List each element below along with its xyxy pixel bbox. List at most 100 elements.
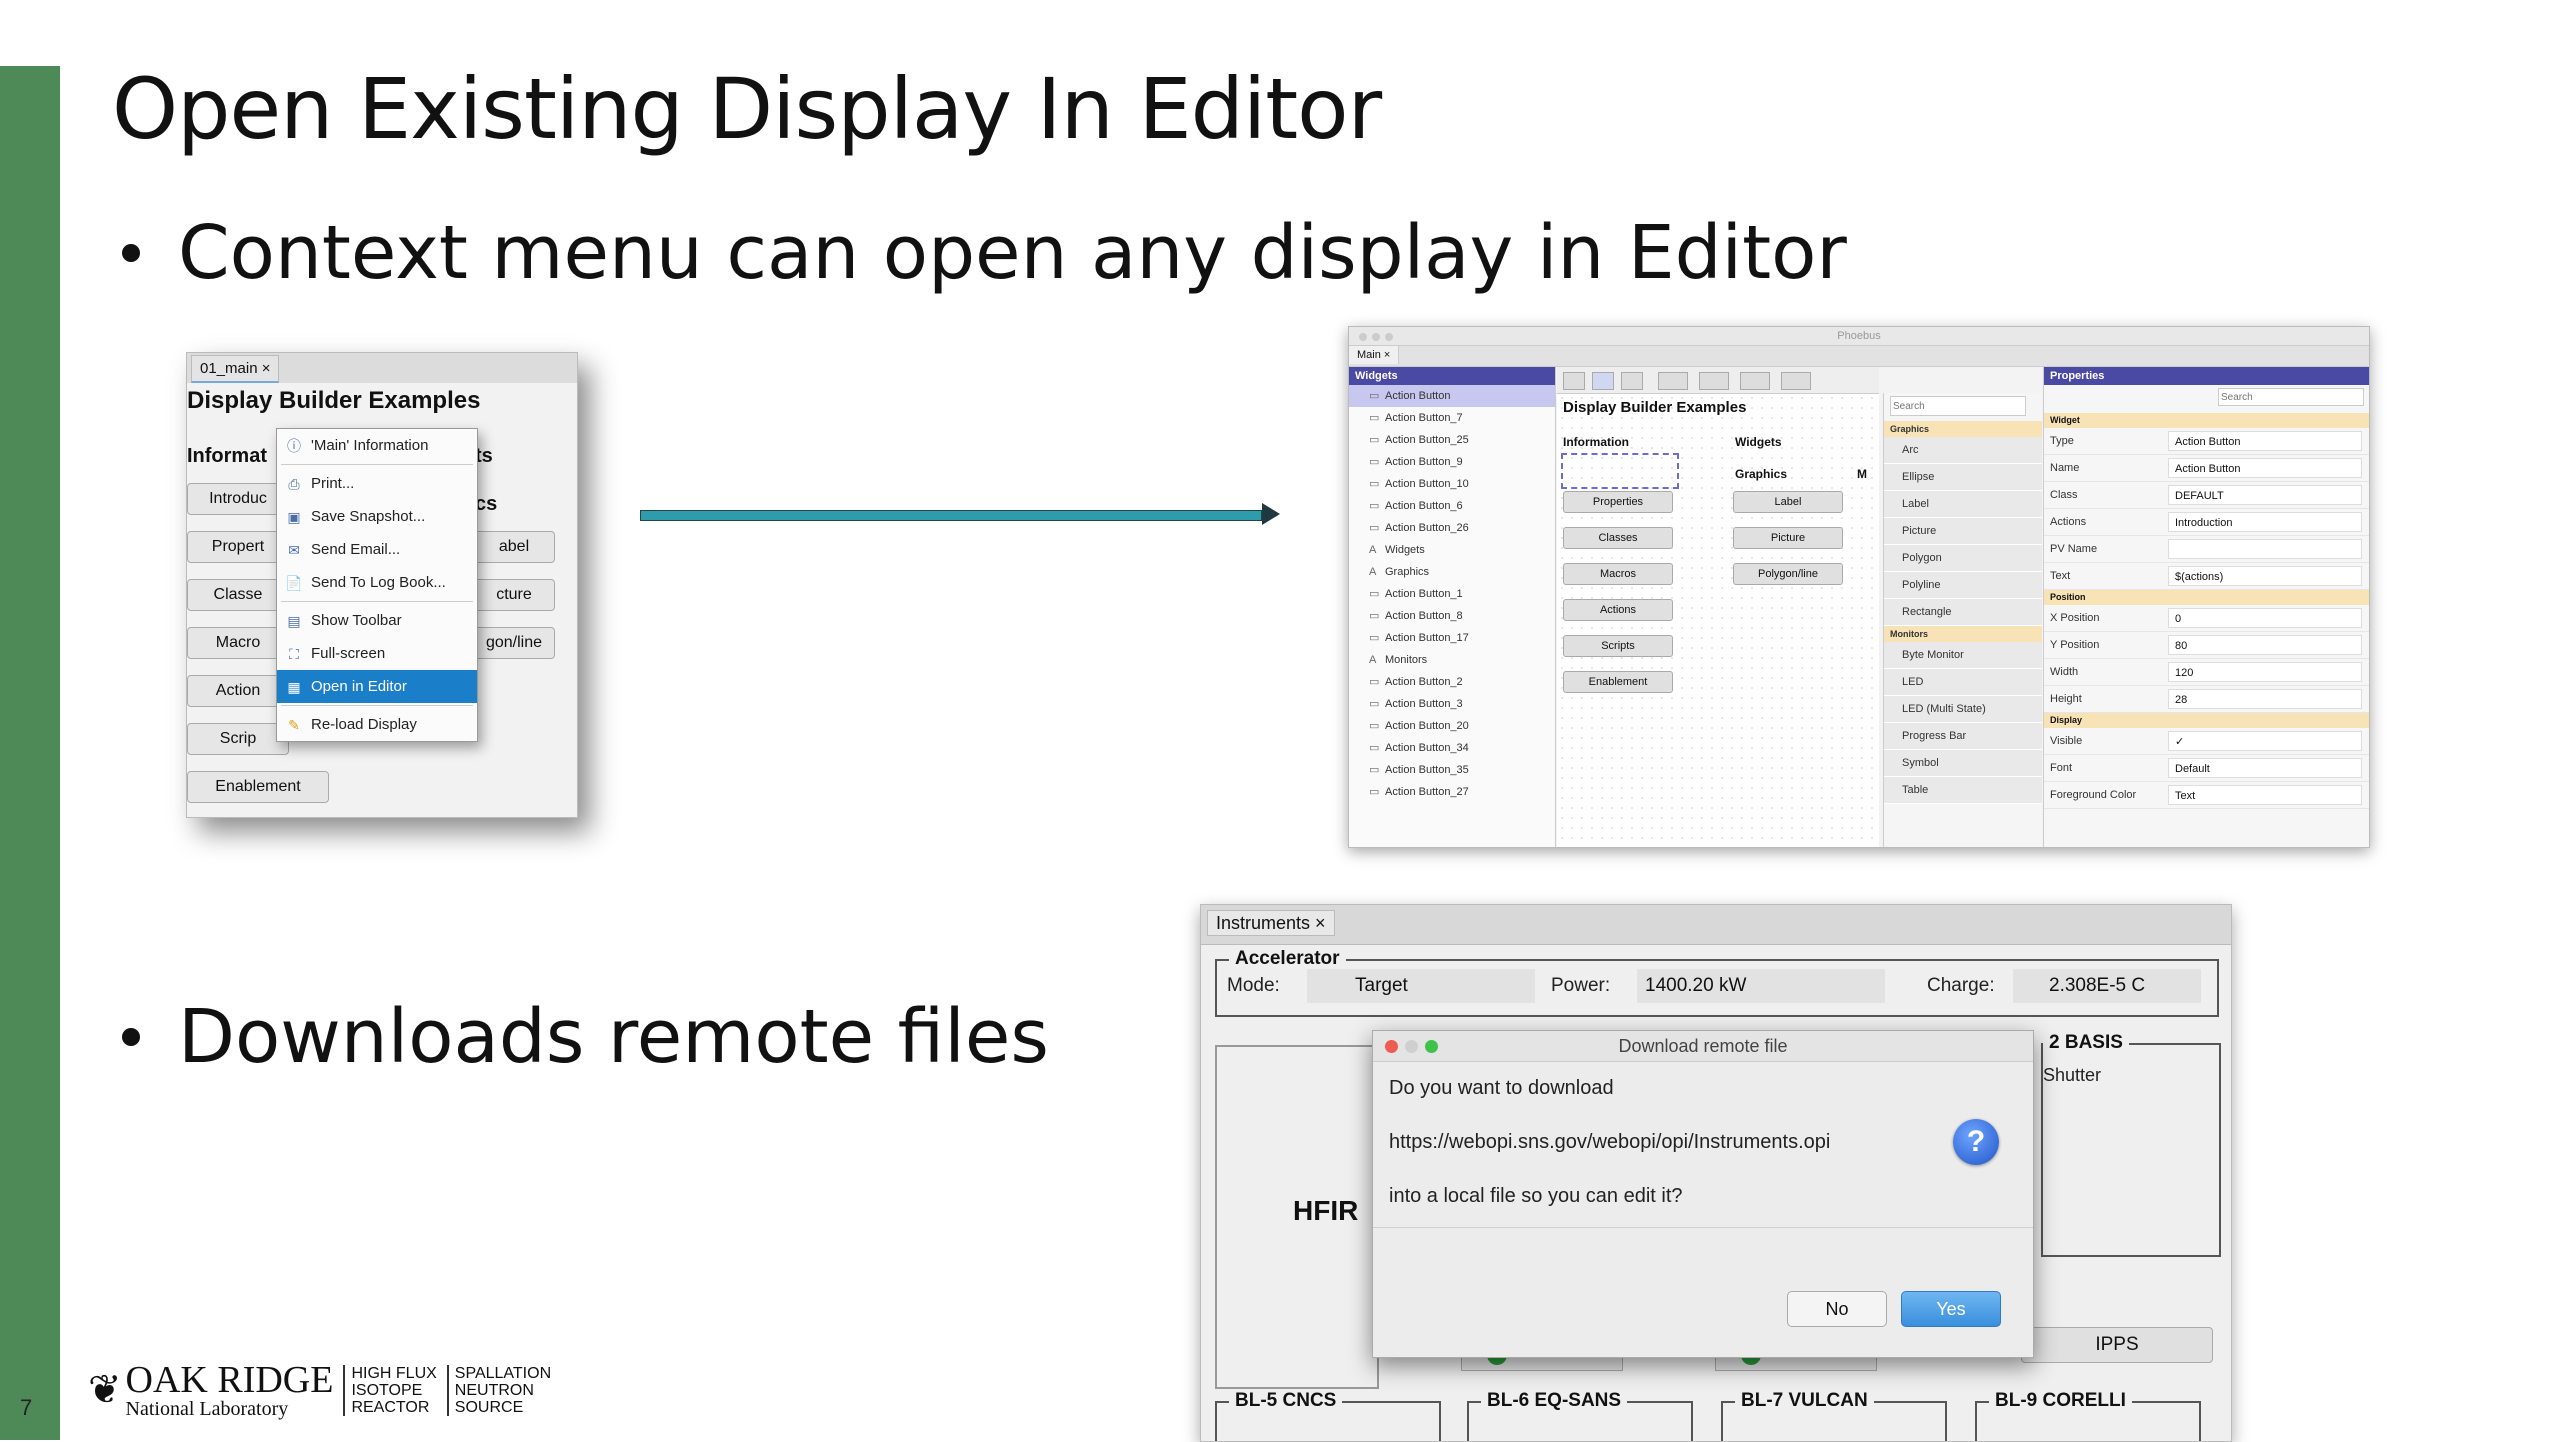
menu-item-show-toolbar[interactable]: ▤ Show Toolbar <box>277 604 477 637</box>
palette-item[interactable]: Picture <box>1884 518 2042 545</box>
property-value[interactable]: 0 <box>2168 608 2362 628</box>
tree-item[interactable]: ▭ Action Button_6 <box>1349 495 1555 517</box>
tree-item[interactable]: ▭ Action Button_17 <box>1349 627 1555 649</box>
close-dot-icon[interactable] <box>1385 1040 1398 1053</box>
editor-window: Phoebus Main × Widgets ▭ Action Button ▭ Ac… <box>1348 326 2370 848</box>
canvas-label-button[interactable]: Label <box>1733 491 1843 513</box>
ipps-button[interactable]: IPPS <box>2021 1327 2213 1363</box>
palette-item[interactable]: Byte Monitor <box>1884 642 2042 669</box>
property-value[interactable]: Action Button <box>2168 458 2362 478</box>
canvas-enablement-button[interactable]: Enablement <box>1563 671 1673 693</box>
tree-item[interactable]: A Graphics <box>1349 561 1555 583</box>
enablement-button[interactable]: Enablement <box>187 771 329 803</box>
menu-item-send-logbook[interactable]: 📄 Send To Log Book... <box>277 566 477 599</box>
tree-item[interactable]: ▭ Action Button_35 <box>1349 759 1555 781</box>
palette-item[interactable]: Progress Bar <box>1884 723 2042 750</box>
property-value[interactable]: ✓ <box>2168 731 2362 751</box>
no-button[interactable]: No <box>1787 1291 1887 1327</box>
palette-item[interactable]: Polyline <box>1884 572 2042 599</box>
property-value[interactable]: Default <box>2168 758 2362 778</box>
label-button[interactable]: abel <box>473 531 555 563</box>
menu-item-full-screen[interactable]: ⛶ Full-screen <box>277 637 477 670</box>
slide-accent-bar <box>0 66 60 1440</box>
property-value[interactable]: 28 <box>2168 689 2362 709</box>
tree-item[interactable]: ▭ Action Button_3 <box>1349 693 1555 715</box>
properties-button[interactable]: Propert <box>187 531 289 563</box>
property-value[interactable]: Action Button <box>2168 431 2362 451</box>
scripts-button[interactable]: Scrip <box>187 723 289 755</box>
menu-item-print[interactable]: ⎙ Print... <box>277 467 477 500</box>
palette-item[interactable]: Arc <box>1884 437 2042 464</box>
canvas-macros-button[interactable]: Macros <box>1563 563 1673 585</box>
yes-button[interactable]: Yes <box>1901 1291 2001 1327</box>
coords-icon[interactable] <box>1621 372 1644 390</box>
property-value[interactable]: 80 <box>2168 635 2362 655</box>
palette-item[interactable]: Symbol <box>1884 750 2042 777</box>
palette-item[interactable]: Ellipse <box>1884 464 2042 491</box>
tree-item[interactable]: ▭ Action Button_34 <box>1349 737 1555 759</box>
menu-item-information[interactable]: ⓘ 'Main' Information <box>277 429 477 462</box>
tree-item[interactable]: ▭ Action Button_25 <box>1349 429 1555 451</box>
tab-01-main[interactable]: 01_main × <box>191 355 280 383</box>
property-row: Height 28 <box>2044 686 2369 713</box>
property-value[interactable] <box>2168 539 2362 559</box>
canvas-actions-button[interactable]: Actions <box>1563 599 1673 621</box>
property-value[interactable]: $(actions) <box>2168 566 2362 586</box>
palette-item[interactable]: Label <box>1884 491 2042 518</box>
palette-item[interactable]: LED <box>1884 669 2042 696</box>
zoom-dot-icon[interactable] <box>1425 1040 1438 1053</box>
tab-instruments[interactable]: Instruments × <box>1207 910 1335 936</box>
menu-item-reload-display[interactable]: ✎ Re-load Display <box>277 708 477 741</box>
property-value[interactable]: 120 <box>2168 662 2362 682</box>
palette-item[interactable]: LED (Multi State) <box>1884 696 2042 723</box>
tree-item[interactable]: ▭ Action Button_9 <box>1349 451 1555 473</box>
canvas-classes-button[interactable]: Classes <box>1563 527 1673 549</box>
picture-button[interactable]: cture <box>473 579 555 611</box>
tree-item[interactable]: ▭ Action Button <box>1349 385 1555 407</box>
property-row: Name Action Button <box>2044 455 2369 482</box>
size-icon[interactable] <box>1740 372 1771 390</box>
properties-search-input[interactable] <box>2218 388 2364 406</box>
tree-item[interactable]: A Monitors <box>1349 649 1555 671</box>
classes-button[interactable]: Classe <box>187 579 289 611</box>
canvas-properties-button[interactable]: Properties <box>1563 491 1673 513</box>
tree-item[interactable]: ▭ Action Button_26 <box>1349 517 1555 539</box>
canvas-scripts-button[interactable]: Scripts <box>1563 635 1673 657</box>
palette-item[interactable]: Polygon <box>1884 545 2042 572</box>
introduction-button[interactable]: Introduc <box>187 483 289 515</box>
tab-main[interactable]: Main × <box>1349 346 1400 364</box>
canvas-grid[interactable]: Display Builder Examples Information Wid… <box>1557 393 1879 847</box>
tree-item[interactable]: ▭ Action Button_8 <box>1349 605 1555 627</box>
actions-button[interactable]: Action <box>187 675 289 707</box>
macros-button[interactable]: Macro <box>187 627 289 659</box>
snap-icon[interactable] <box>1592 372 1615 390</box>
tree-item[interactable]: A Widgets <box>1349 539 1555 561</box>
menu-item-send-email[interactable]: ✉ Send Email... <box>277 533 477 566</box>
tree-item[interactable]: ▭ Action Button_1 <box>1349 583 1555 605</box>
distribute-icon[interactable] <box>1781 372 1812 390</box>
selection-box[interactable] <box>1561 453 1679 489</box>
undo-icon[interactable] <box>1658 372 1689 390</box>
dialog-titlebar: Download remote file <box>1373 1031 2033 1062</box>
tree-item[interactable]: ▭ Action Button_7 <box>1349 407 1555 429</box>
menu-item-save-snapshot[interactable]: ▣ Save Snapshot... <box>277 500 477 533</box>
align-icon[interactable] <box>1699 372 1730 390</box>
polygon-line-button[interactable]: gon/line <box>473 627 555 659</box>
context-menu: ⓘ 'Main' Information ⎙ Print... ▣ Save Snap… <box>276 428 478 742</box>
menu-item-open-in-editor[interactable]: ▦ Open in Editor <box>277 670 477 703</box>
canvas-picture-button[interactable]: Picture <box>1733 527 1843 549</box>
tree-item[interactable]: ▭ Action Button_2 <box>1349 671 1555 693</box>
property-value[interactable]: Introduction <box>2168 512 2362 532</box>
canvas-polygon-button[interactable]: Polygon/line <box>1733 563 1843 585</box>
palette-search-input[interactable] <box>1890 396 2026 416</box>
palette-item[interactable]: Rectangle <box>1884 599 2042 626</box>
tree-item[interactable]: ▭ Action Button_10 <box>1349 473 1555 495</box>
grid-icon[interactable] <box>1563 372 1585 390</box>
palette-item[interactable]: Table <box>1884 777 2042 804</box>
property-value[interactable]: Text <box>2168 785 2362 805</box>
property-value[interactable]: DEFAULT <box>2168 485 2362 505</box>
tree-item[interactable]: ▭ Action Button_27 <box>1349 781 1555 803</box>
minimize-dot-icon[interactable] <box>1405 1040 1418 1053</box>
tree-item[interactable]: ▭ Action Button_20 <box>1349 715 1555 737</box>
property-row: Foreground Color Text <box>2044 782 2369 809</box>
